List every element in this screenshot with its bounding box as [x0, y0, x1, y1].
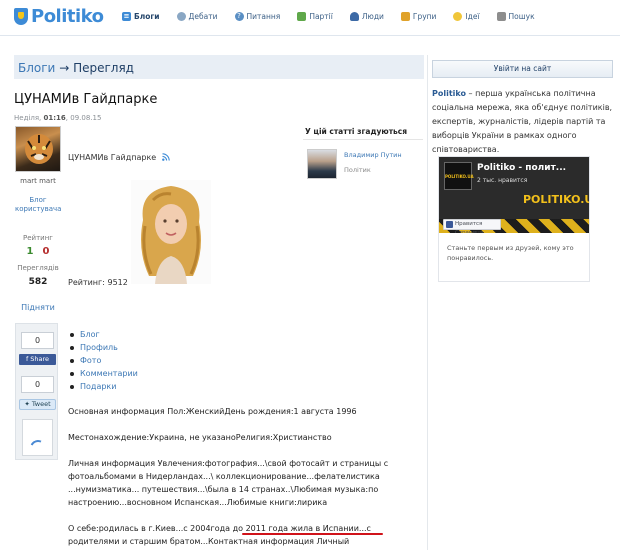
rss-icon[interactable]	[161, 153, 170, 161]
idea-icon	[453, 12, 463, 21]
nav-item-blogs[interactable]: ≡ Блоги	[122, 12, 160, 21]
debate-icon	[176, 12, 186, 21]
site-description: Politiko – перша українська політична со…	[432, 89, 613, 154]
body-paragraph-basic-info: Основная информация Пол:ЖенскийДень рожд…	[68, 407, 357, 416]
breadcrumb-blogs-link[interactable]: Блоги	[18, 61, 55, 75]
tiger-avatar-image	[25, 134, 53, 164]
search-icon	[496, 12, 506, 21]
list-item: Фото	[70, 354, 138, 367]
column-divider	[427, 55, 428, 550]
facebook-share-button[interactable]: f Share	[19, 354, 56, 365]
nav-item-ideas[interactable]: Ідеї	[453, 12, 480, 21]
profile-link-profile[interactable]: Профиль	[80, 343, 118, 352]
list-item: Профиль	[70, 341, 138, 354]
list-item: Блог	[70, 328, 138, 341]
facebook-page-name[interactable]: Politiko - полит...	[477, 163, 566, 173]
profile-link-photo[interactable]: Фото	[80, 356, 101, 365]
breadcrumb-arrow: →	[59, 61, 70, 75]
list-item: Комментарии	[70, 367, 138, 380]
share-panel: 0 f Share 0 ✦ Tweet	[15, 323, 58, 460]
mention-person-name[interactable]: Владимир Путин	[344, 151, 402, 159]
rating-values: 10	[15, 246, 61, 257]
breadcrumb-current: Перегляд	[73, 61, 134, 75]
nav-item-people[interactable]: Люди	[349, 12, 384, 21]
nav-item-parties[interactable]: Партії	[297, 12, 333, 21]
facebook-like-count: 2 тыс. нравится	[477, 177, 528, 184]
author-full-name[interactable]: ЦУНАМИв Гайдпарке	[68, 153, 170, 162]
facebook-page-logo: POLITIKO.UA	[444, 162, 474, 190]
facebook-friends-note: Станьте первым из друзей, кому это понра…	[447, 244, 574, 262]
login-button[interactable]: Увійти на сайт	[432, 60, 613, 78]
profile-link-comments[interactable]: Комментарии	[80, 369, 138, 378]
tweet-button[interactable]: ✦ Tweet	[19, 399, 56, 410]
views-label: Переглядів	[17, 264, 59, 272]
top-navbar: Politiko ≡ Блоги Дебати ? Питання Партії…	[0, 0, 620, 36]
body-paragraph-location: Местонахождение:Украина, не указаноРелиг…	[68, 433, 332, 442]
twitter-icon: ✦	[24, 400, 32, 408]
body-paragraph-about: О себе:родилась в г.Киев...с 2004года до…	[68, 524, 371, 546]
nav-item-groups[interactable]: Групи	[400, 12, 436, 21]
nav-item-search[interactable]: Пошук	[496, 12, 535, 21]
google-plus-widget[interactable]	[22, 419, 53, 459]
nav-item-questions[interactable]: ? Питання	[234, 12, 280, 21]
logo-shield-icon	[14, 8, 28, 25]
rating-minus[interactable]: 0	[43, 246, 50, 257]
mention-person-role: Політик	[344, 166, 371, 174]
page-title: ЦУНАМИв Гайдпарке	[14, 92, 158, 107]
post-date: Неділя, 01:16, 09.08.15	[14, 114, 102, 122]
nav-item-debates[interactable]: Дебати	[176, 12, 218, 21]
mentions-title: У цій статті згадуються	[303, 127, 423, 140]
main-content: Блоги → Перегляд ЦУНАМИв Гайдпарке Неділ…	[14, 55, 424, 122]
rating-plus[interactable]: 1	[27, 246, 34, 257]
mentions-box: У цій статті згадуються Владимир Путин П…	[303, 127, 423, 179]
people-icon	[349, 12, 359, 21]
groups-icon	[400, 12, 410, 21]
loading-spinner-icon	[27, 437, 49, 459]
profile-link-gifts[interactable]: Подарки	[80, 382, 116, 391]
facebook-cover-brand: POLITIKO.UA	[523, 193, 589, 206]
facebook-page-widget: POLITIKO.UA Politiko - полит... 2 тыс. н…	[438, 156, 590, 282]
rating-label: Рейтинг	[23, 234, 53, 242]
facebook-like-page-button[interactable]: Нравится Страница	[443, 219, 501, 233]
facebook-cover-image[interactable]: POLITIKO.UA Politiko - полит... 2 тыс. н…	[439, 157, 589, 233]
body-paragraph-hobbies: Личная информация Увлечения:фотография..…	[68, 459, 389, 507]
avatar[interactable]	[15, 126, 61, 172]
twitter-share-count: 0	[21, 376, 54, 393]
sidebar: Увійти на сайт Politiko – перша українсь…	[432, 60, 613, 157]
breadcrumb: Блоги → Перегляд	[14, 55, 424, 79]
raise-link[interactable]: Підняти	[15, 303, 61, 312]
party-icon	[297, 12, 307, 21]
question-icon: ?	[234, 12, 244, 21]
list-item: Подарки	[70, 380, 138, 393]
views-count: 582	[28, 277, 48, 287]
profile-photo	[131, 180, 211, 284]
profile-link-blog[interactable]: Блог	[80, 330, 100, 339]
logo-text: Politiko	[31, 6, 104, 27]
author-username[interactable]: mart mart	[15, 177, 61, 185]
facebook-share-count: 0	[21, 332, 54, 349]
blog-icon: ≡	[122, 12, 131, 21]
logo[interactable]: Politiko	[14, 6, 104, 27]
mention-person-photo[interactable]	[307, 149, 337, 179]
main-nav: ≡ Блоги Дебати ? Питання Партії Люди Гру…	[122, 12, 552, 21]
profile-links-list: Блог Профиль Фото Комментарии Подарки	[70, 328, 138, 393]
author-rating-line: Рейтинг: 9512	[68, 278, 128, 287]
red-underline-annotation	[242, 533, 383, 535]
user-blog-link[interactable]: Блог користувача	[15, 196, 61, 214]
